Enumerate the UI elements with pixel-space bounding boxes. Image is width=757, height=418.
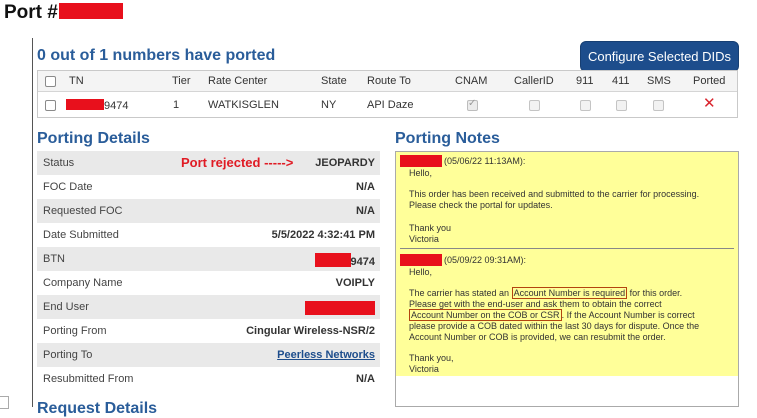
note-1-body: This order has been received and submitt… bbox=[409, 189, 700, 210]
page-title: Port # bbox=[4, 2, 123, 24]
col-rate-center: Rate Center bbox=[208, 75, 268, 87]
detail-row-resubmitted-from: Resubmitted From N/A bbox=[37, 367, 380, 391]
request-details-heading: Request Details bbox=[37, 400, 158, 417]
tier-cell: 1 bbox=[173, 99, 180, 111]
detail-row-requested-foc: Requested FOC N/A bbox=[37, 199, 380, 223]
col-911: 911 bbox=[576, 75, 594, 87]
redacted-author bbox=[400, 155, 442, 167]
note-separator bbox=[400, 248, 734, 249]
callerid-checkbox bbox=[529, 100, 540, 111]
detail-row-porting-to: Porting To Peerless Networks bbox=[37, 343, 380, 367]
detail-row-porting-from: Porting From Cingular Wireless-NSR/2 bbox=[37, 319, 380, 343]
redacted-port-id bbox=[58, 3, 123, 19]
note-1-closing: Thank you bbox=[409, 223, 452, 233]
cnam-checkbox bbox=[467, 98, 478, 111]
col-route-to: Route To bbox=[367, 75, 411, 87]
note-2-line-1: The carrier has stated an Account Number… bbox=[409, 287, 683, 299]
detail-row-foc-date: FOC Date N/A bbox=[37, 175, 380, 199]
col-state: State bbox=[321, 75, 347, 87]
col-cnam: CNAM bbox=[455, 75, 488, 87]
configure-selected-dids-button[interactable]: Configure Selected DIDs bbox=[580, 41, 739, 72]
notes-history: (05/06/22 11:13AM): Hello, This order ha… bbox=[396, 152, 738, 376]
detail-row-status: Status Port rejected -----> JEOPARDY bbox=[37, 151, 380, 175]
table-row: 9474 1 WATKISGLEN NY API Daze ✕ bbox=[38, 92, 737, 117]
note-2-line-5: Account Number or COB is provided, we ca… bbox=[409, 332, 666, 342]
sms-checkbox bbox=[653, 100, 664, 111]
detail-row-end-user: End User bbox=[37, 295, 380, 319]
911-checkbox bbox=[580, 100, 591, 111]
detail-row-company-name: Company Name VOIPLY bbox=[37, 271, 380, 295]
status-value: JEOPARDY bbox=[315, 157, 375, 169]
note-2-signature: Victoria bbox=[409, 364, 439, 374]
porting-details-heading: Porting Details bbox=[37, 130, 150, 147]
tn-table: TN Tier Rate Center State Route To CNAM … bbox=[37, 70, 738, 118]
state-cell: NY bbox=[321, 99, 337, 111]
porting-notes-heading: Porting Notes bbox=[395, 130, 500, 147]
numbers-ported-heading: 0 out of 1 numbers have ported bbox=[37, 47, 276, 64]
porting-notes-box: (05/06/22 11:13AM): Hello, This order ha… bbox=[395, 151, 739, 407]
edge-fragment bbox=[0, 396, 9, 409]
note-1-header: (05/06/22 11:13AM): bbox=[400, 155, 525, 167]
porting-details-table: Status Port rejected -----> JEOPARDY FOC… bbox=[37, 151, 380, 391]
select-all-checkbox[interactable] bbox=[45, 76, 56, 87]
route-to-cell: API Daze bbox=[367, 99, 414, 111]
note-2-line-4: please provide a COB dated within the la… bbox=[409, 321, 700, 331]
note-2-line-3: Account Number on the COB or CSR. If the… bbox=[409, 309, 695, 321]
redacted-end-user bbox=[305, 301, 375, 315]
redacted-author bbox=[400, 254, 442, 266]
detail-row-date-submitted: Date Submitted 5/5/2022 4:32:41 PM bbox=[37, 223, 380, 247]
redacted-tn-prefix bbox=[66, 99, 104, 110]
col-tn: TN bbox=[69, 75, 84, 87]
note-2-greeting: Hello, bbox=[409, 267, 433, 277]
porting-to-link[interactable]: Peerless Networks bbox=[277, 349, 375, 361]
note-2-closing: Thank you, bbox=[409, 353, 454, 363]
note-1-signature: Victoria bbox=[409, 234, 439, 244]
col-callerid: CallerID bbox=[514, 75, 554, 87]
note-2-header: (05/09/22 09:31AM): bbox=[400, 254, 526, 266]
col-411: 411 bbox=[612, 75, 630, 87]
tn-table-header: TN Tier Rate Center State Route To CNAM … bbox=[38, 71, 737, 92]
row-select-checkbox[interactable] bbox=[45, 100, 56, 111]
411-checkbox bbox=[616, 100, 627, 111]
content-divider bbox=[32, 38, 33, 407]
col-tier: Tier bbox=[172, 75, 191, 87]
rate-center-cell: WATKISGLEN bbox=[208, 99, 279, 111]
note-1-greeting: Hello, bbox=[409, 168, 433, 178]
col-ported: Ported bbox=[693, 75, 726, 87]
not-ported-x-icon: ✕ bbox=[703, 94, 716, 112]
redacted-btn-prefix bbox=[314, 253, 351, 267]
highlight-account-number-required: Account Number is required bbox=[511, 287, 628, 299]
port-rejected-annotation: Port rejected -----> bbox=[181, 155, 294, 170]
detail-row-btn: BTN 9474 bbox=[37, 247, 380, 271]
tn-cell: 9474 bbox=[66, 99, 128, 112]
highlight-account-number-cob-csr: Account Number on the COB or CSR bbox=[409, 309, 562, 321]
col-sms: SMS bbox=[647, 75, 671, 87]
